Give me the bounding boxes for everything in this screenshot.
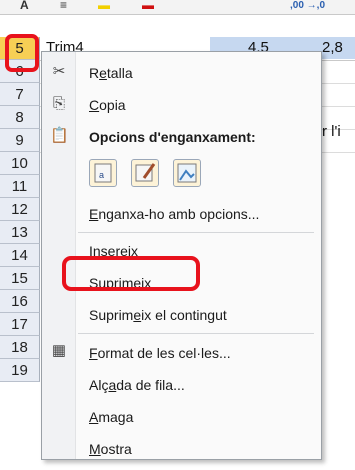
menu-item-row-height[interactable]: Alçada de fila... <box>89 377 185 393</box>
row-header-16[interactable]: 16 <box>0 290 40 313</box>
menu-item-hide[interactable]: Amaga <box>89 409 133 425</box>
menu-item-paste-special[interactable]: Enganxa-ho amb opcions... <box>89 206 259 222</box>
row-header-12[interactable]: 12 <box>0 198 40 221</box>
copy-icon: ⎘ <box>52 95 65 112</box>
delete-item-highlight <box>62 256 200 291</box>
format-cells-icon: ▦ <box>51 342 67 359</box>
menu-item-copy[interactable]: Copia <box>89 97 126 113</box>
row-header-13[interactable]: 13 <box>0 221 40 244</box>
ribbon-fragment: ▬ <box>98 0 110 12</box>
ribbon-fragment: ▬ <box>142 0 154 12</box>
paste-picture-icon[interactable] <box>173 159 201 187</box>
partial-cell-text: r l'i <box>322 123 341 140</box>
row-header-9[interactable]: 9 <box>0 129 40 152</box>
row-header-11[interactable]: 11 <box>0 175 40 198</box>
ribbon-fragment: ,00 →,0 <box>290 0 326 11</box>
row-header-14[interactable]: 14 <box>0 244 40 267</box>
menu-item-unhide[interactable]: Mostra <box>89 441 132 457</box>
row-header-19[interactable]: 19 <box>0 359 40 382</box>
row-header-17[interactable]: 17 <box>0 313 40 336</box>
row-header-18[interactable]: 18 <box>0 336 40 359</box>
ribbon-fragment: ≡ <box>60 0 68 12</box>
menu-separator <box>78 232 314 233</box>
row-header-highlight <box>5 34 39 72</box>
paste-options-header: Opcions d'enganxament: <box>89 129 256 145</box>
cell-value[interactable]: 2,8 <box>322 39 343 56</box>
row-header-8[interactable]: 8 <box>0 106 40 129</box>
paste-formatting-icon[interactable] <box>131 159 159 187</box>
row-header-10[interactable]: 10 <box>0 152 40 175</box>
svg-text:a: a <box>99 170 104 180</box>
menu-separator <box>78 333 314 334</box>
ribbon-strip: A ≡ ▬ ▬ ,00 →,0 <box>0 0 355 15</box>
row-header-7[interactable]: 7 <box>0 83 40 106</box>
menu-item-cut[interactable]: Retalla <box>89 65 133 81</box>
paste-values-icon[interactable]: a <box>89 159 117 187</box>
clipboard-icon: 📋 <box>50 127 69 144</box>
menu-item-clear-contents[interactable]: Suprimeix el contingut <box>89 307 227 323</box>
scissors-icon: ✂ <box>52 63 66 80</box>
ribbon-fragment: A <box>20 0 29 12</box>
row-header-15[interactable]: 15 <box>0 267 40 290</box>
menu-item-format-cells[interactable]: Format de les cel·les... <box>89 345 231 361</box>
